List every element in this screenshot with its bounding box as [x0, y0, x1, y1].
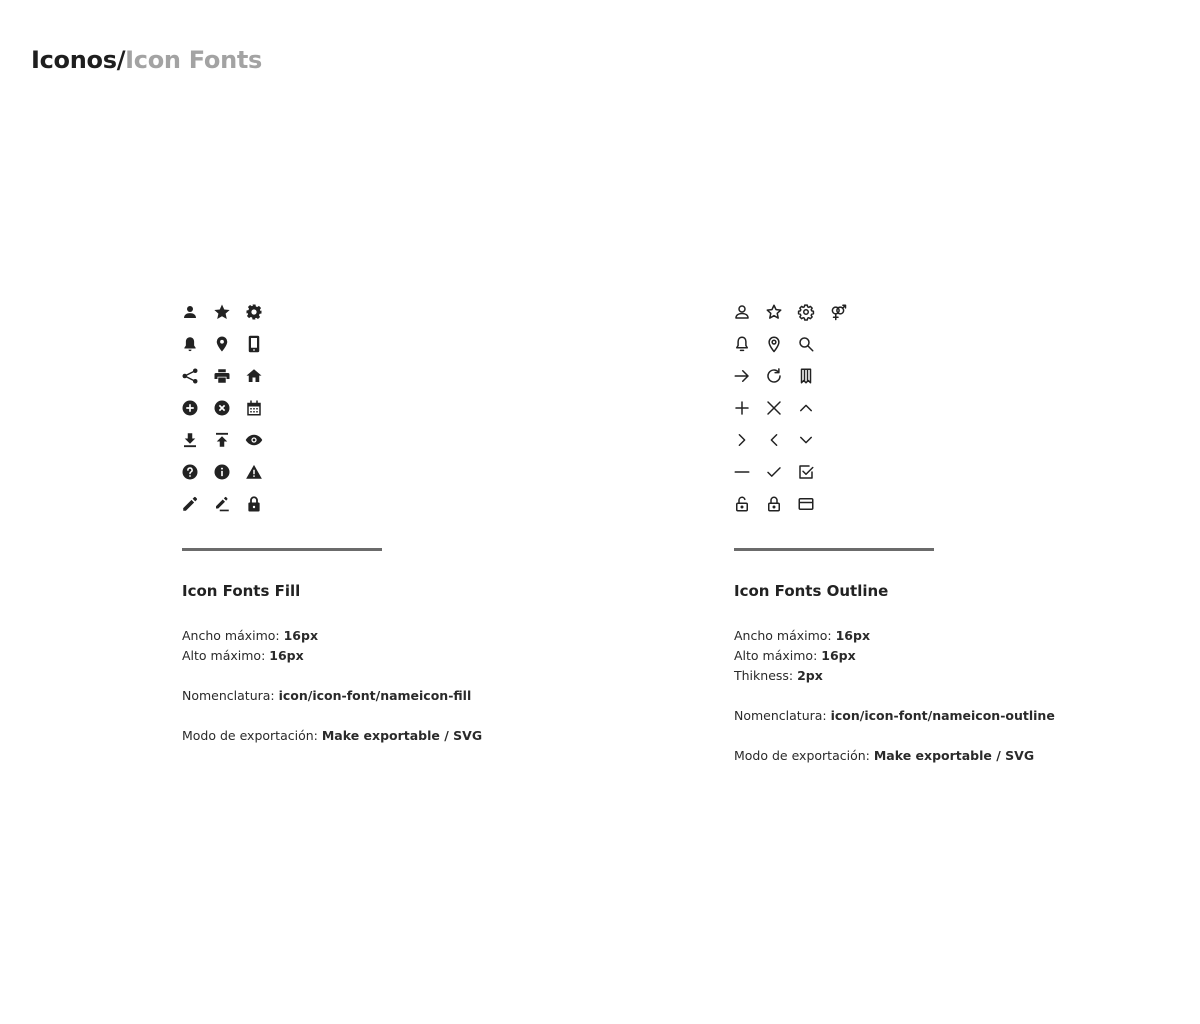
fill-height-spec: Alto máximo: 16px: [182, 646, 482, 666]
outline-section-divider: [734, 548, 934, 551]
fill-icon-row: [174, 328, 270, 360]
lock-icon: [238, 488, 270, 520]
outline-naming-value: icon/icon-font/nameicon-outline: [830, 708, 1055, 723]
chevron-left-icon: [758, 424, 790, 456]
plus-icon: [726, 392, 758, 424]
download-icon: [174, 424, 206, 456]
eye-icon: [238, 424, 270, 456]
outline-spec-block: Icon Fonts Outline Ancho máximo: 16px Al…: [734, 580, 1055, 766]
share-icon: [174, 360, 206, 392]
fill-icon-row: [174, 424, 270, 456]
outline-icon-grid: [726, 296, 854, 520]
fill-naming-label: Nomenclatura:: [182, 688, 279, 703]
credit-card-icon: [790, 488, 822, 520]
outline-icon-row: [726, 424, 854, 456]
arrow-right-icon: [726, 360, 758, 392]
outline-thickness-value: 2px: [797, 668, 823, 683]
fill-icon-row: [174, 488, 270, 520]
star-icon: [758, 296, 790, 328]
page-title-sub: Icon Fonts: [125, 46, 263, 74]
chevron-up-icon: [790, 392, 822, 424]
fill-icon-row: [174, 296, 270, 328]
fill-spec-block: Icon Fonts Fill Ancho máximo: 16px Alto …: [182, 580, 482, 746]
outline-height-spec: Alto máximo: 16px: [734, 646, 1055, 666]
outline-icon-row: [726, 296, 854, 328]
location-pin-icon: [206, 328, 238, 360]
printer-icon: [206, 360, 238, 392]
chevron-right-icon: [726, 424, 758, 456]
outline-naming-label: Nomenclatura:: [734, 708, 831, 723]
outline-height-value: 16px: [821, 648, 856, 663]
outline-icon-row: [726, 456, 854, 488]
chevron-down-icon: [790, 424, 822, 456]
fill-width-label: Ancho máximo:: [182, 628, 284, 643]
page-title: Iconos/Icon Fonts: [31, 44, 262, 76]
minus-icon: [726, 456, 758, 488]
lock-open-icon: [726, 488, 758, 520]
bell-icon: [174, 328, 206, 360]
search-icon: [790, 328, 822, 360]
outline-thickness-spec: Thikness: 2px: [734, 666, 1055, 686]
bookmark-icon: [790, 360, 822, 392]
outline-icon-row: [726, 328, 854, 360]
outline-icon-row: [726, 488, 854, 520]
fill-width-value: 16px: [283, 628, 319, 643]
fill-icon-row: [174, 392, 270, 424]
location-pin-icon: [758, 328, 790, 360]
fill-height-label: Alto máximo:: [182, 648, 270, 663]
upload-icon: [206, 424, 238, 456]
fill-section-heading: Icon Fonts Fill: [182, 582, 301, 600]
outline-icon-row: [726, 392, 854, 424]
home-icon: [238, 360, 270, 392]
fill-icon-grid: [174, 296, 270, 520]
outline-icon-row: [726, 360, 854, 392]
user-icon: [726, 296, 758, 328]
info-circle-icon: [206, 456, 238, 488]
checkbox-icon: [790, 456, 822, 488]
outline-width-value: 16px: [835, 628, 871, 643]
outline-naming-spec: Nomenclatura: icon/icon-font/nameicon-ou…: [734, 706, 1055, 726]
outline-height-label: Alto máximo:: [734, 648, 822, 663]
star-icon: [206, 296, 238, 328]
outline-export-value: Make exportable / SVG: [873, 748, 1035, 763]
gender-icon: [822, 296, 854, 328]
close-icon: [758, 392, 790, 424]
fill-section-divider: [182, 548, 382, 551]
gear-icon: [238, 296, 270, 328]
refresh-icon: [758, 360, 790, 392]
fill-icon-row: [174, 456, 270, 488]
fill-export-value: Make exportable / SVG: [321, 728, 483, 743]
outline-export-label: Modo de exportación:: [734, 748, 874, 763]
fill-export-label: Modo de exportación:: [182, 728, 322, 743]
outline-width-label: Ancho máximo:: [734, 628, 836, 643]
check-icon: [758, 456, 790, 488]
fill-export-spec: Modo de exportación: Make exportable / S…: [182, 726, 482, 746]
close-circle-icon: [206, 392, 238, 424]
edit-icon: [206, 488, 238, 520]
fill-height-value: 16px: [269, 648, 304, 663]
pencil-icon: [174, 488, 206, 520]
help-circle-icon: [174, 456, 206, 488]
bell-icon: [726, 328, 758, 360]
outline-section-heading: Icon Fonts Outline: [734, 582, 889, 600]
fill-naming-spec: Nomenclatura: icon/icon-font/nameicon-fi…: [182, 686, 482, 706]
calendar-icon: [238, 392, 270, 424]
fill-naming-value: icon/icon-font/nameicon-fill: [278, 688, 472, 703]
user-icon: [174, 296, 206, 328]
outline-export-spec: Modo de exportación: Make exportable / S…: [734, 746, 1055, 766]
add-circle-icon: [174, 392, 206, 424]
gear-icon: [790, 296, 822, 328]
outline-thickness-label: Thikness:: [734, 668, 798, 683]
page-title-main: Iconos/: [31, 46, 126, 74]
fill-icon-row: [174, 360, 270, 392]
warning-icon: [238, 456, 270, 488]
smartphone-icon: [238, 328, 270, 360]
outline-width-spec: Ancho máximo: 16px: [734, 626, 1055, 646]
lock-icon: [758, 488, 790, 520]
fill-width-spec: Ancho máximo: 16px: [182, 626, 482, 646]
